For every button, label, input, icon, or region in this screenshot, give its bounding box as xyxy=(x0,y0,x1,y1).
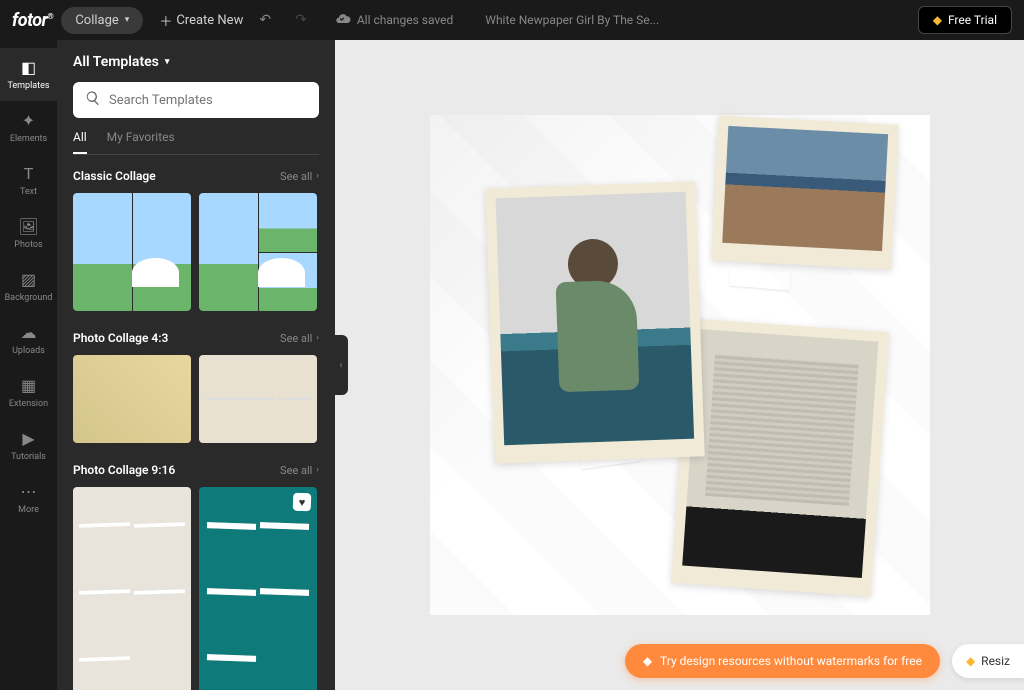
search-box[interactable] xyxy=(73,82,319,118)
extension-icon: ▦ xyxy=(0,376,57,395)
nav-uploads[interactable]: ☁Uploads xyxy=(0,313,57,366)
search-icon xyxy=(85,90,101,110)
promo-pill[interactable]: ◆ Try design resources without watermark… xyxy=(625,644,940,678)
tape-decoration xyxy=(729,267,790,290)
nav-more[interactable]: ⋯More xyxy=(0,472,57,525)
vertical-nav: ◧Templates ✦Elements TText 🖼Photos ▨Back… xyxy=(0,40,57,690)
save-status: All changes saved xyxy=(335,11,453,30)
tab-my-favorites[interactable]: My Favorites xyxy=(107,130,175,154)
section-classic-collage-head: Classic Collage See all› xyxy=(73,169,319,183)
nav-templates[interactable]: ◧Templates xyxy=(0,48,57,101)
undo-button[interactable]: ↶ xyxy=(251,8,279,32)
templates-icon: ◧ xyxy=(0,58,57,77)
diamond-icon: ◆ xyxy=(966,654,975,668)
uploads-icon: ☁ xyxy=(0,323,57,342)
panel-tabs: All My Favorites xyxy=(73,130,319,155)
create-new-button[interactable]: ＋ Create New xyxy=(159,11,243,30)
diamond-icon: ◆ xyxy=(643,654,652,668)
photos-icon: 🖼 xyxy=(0,217,57,236)
canvas[interactable] xyxy=(430,115,930,615)
collage-frame[interactable] xyxy=(671,318,889,596)
mode-selector[interactable]: Collage ▾ xyxy=(61,7,143,34)
template-thumb[interactable] xyxy=(199,193,317,311)
nav-elements[interactable]: ✦Elements xyxy=(0,101,57,154)
chevron-down-icon: ▾ xyxy=(125,15,130,25)
nav-tutorials[interactable]: ▶Tutorials xyxy=(0,419,57,472)
nav-extension[interactable]: ▦Extension xyxy=(0,366,57,419)
diamond-icon: ◆ xyxy=(933,13,942,27)
template-thumb[interactable]: ♥ xyxy=(199,487,317,690)
section-pc916-head: Photo Collage 9:16 See all› xyxy=(73,463,319,477)
template-thumb[interactable] xyxy=(73,355,191,443)
collage-frame[interactable] xyxy=(485,181,704,463)
heart-icon[interactable]: ♥ xyxy=(293,493,312,512)
more-icon: ⋯ xyxy=(0,482,57,501)
section-title: Photo Collage 4:3 xyxy=(73,331,168,345)
chevron-right-icon: › xyxy=(316,171,319,181)
nav-photos[interactable]: 🖼Photos xyxy=(0,207,57,260)
chevron-right-icon: › xyxy=(316,333,319,343)
mode-label: Collage xyxy=(75,13,118,28)
templates-panel: All Templates ▾ All My Favorites Classic… xyxy=(57,40,335,690)
collapse-panel-handle[interactable]: ‹ xyxy=(334,335,348,395)
resize-button[interactable]: ◆ Resiz xyxy=(952,644,1024,678)
chevron-right-icon: › xyxy=(316,465,319,475)
chevron-down-icon: ▾ xyxy=(165,57,170,67)
cloud-icon xyxy=(335,11,351,30)
collage-frame[interactable] xyxy=(711,115,898,269)
canvas-area: ‹ ◆ Try design resources without waterma… xyxy=(335,40,1024,690)
search-input[interactable] xyxy=(109,93,307,108)
template-thumb[interactable] xyxy=(199,355,317,443)
template-thumb[interactable] xyxy=(73,487,191,690)
logo: fotor® xyxy=(12,10,53,31)
nav-background[interactable]: ▨Background xyxy=(0,260,57,313)
section-title: Classic Collage xyxy=(73,169,156,183)
panel-title-dropdown[interactable]: All Templates ▾ xyxy=(73,54,319,70)
section-pc43-head: Photo Collage 4:3 See all› xyxy=(73,331,319,345)
background-icon: ▨ xyxy=(0,270,57,289)
see-all-pc916[interactable]: See all› xyxy=(280,464,319,477)
see-all-pc43[interactable]: See all› xyxy=(280,332,319,345)
plus-icon: ＋ xyxy=(159,11,172,30)
project-title[interactable]: White Newpaper Girl By The Se... xyxy=(485,13,659,27)
top-toolbar: fotor® Collage ▾ ＋ Create New ↶ ↷ All ch… xyxy=(0,0,1024,40)
redo-button[interactable]: ↷ xyxy=(287,8,315,32)
nav-text[interactable]: TText xyxy=(0,154,57,207)
elements-icon: ✦ xyxy=(0,111,57,130)
section-title: Photo Collage 9:16 xyxy=(73,463,175,477)
tutorials-icon: ▶ xyxy=(0,429,57,448)
free-trial-button[interactable]: ◆ Free Trial xyxy=(918,6,1012,34)
template-thumb[interactable] xyxy=(73,193,191,311)
text-icon: T xyxy=(0,164,57,183)
see-all-classic[interactable]: See all› xyxy=(280,170,319,183)
tab-all[interactable]: All xyxy=(73,130,87,154)
